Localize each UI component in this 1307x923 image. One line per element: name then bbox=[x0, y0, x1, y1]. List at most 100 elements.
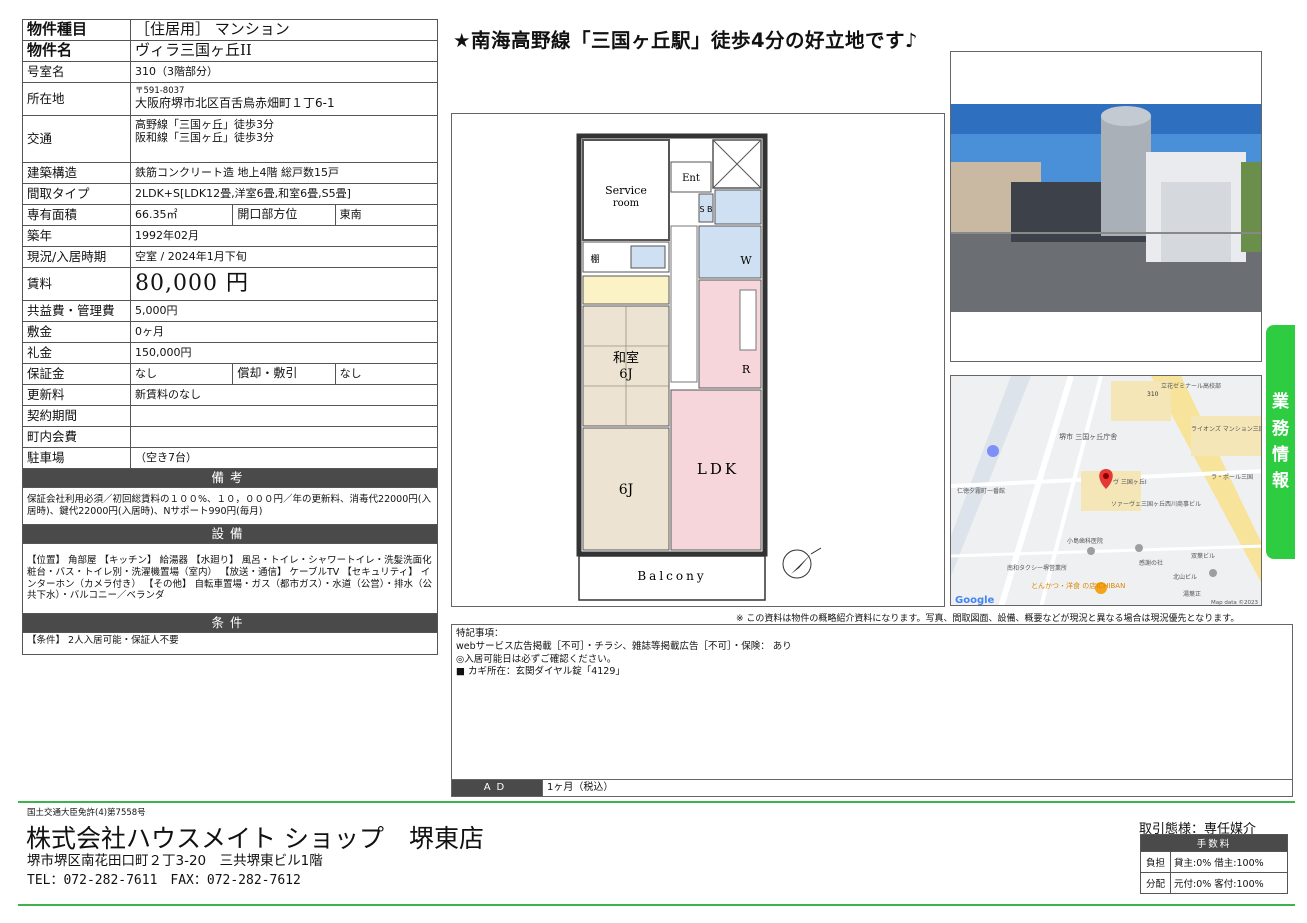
compass-icon bbox=[782, 547, 822, 579]
area-value: 66.35㎡ bbox=[129, 204, 234, 226]
rent-value: 80,000 円 bbox=[130, 267, 438, 301]
map-label: ラ・ポール三国 bbox=[1211, 473, 1253, 481]
type-value: ［住居用］ マンション bbox=[130, 19, 438, 41]
remarks-text: 保証会社利用必須／初回総賃料の１００%、１０，０００円／年の更新料、消毒代220… bbox=[22, 487, 438, 525]
corridor bbox=[670, 225, 698, 383]
svg-text:room: room bbox=[613, 198, 640, 209]
structure-value: 鉄筋コンクリート造 地上4階 総戸数15戸 bbox=[130, 162, 438, 184]
disclaimer: ※ この資料は物件の概略紹介資料になります。写真、間取図面、設備、概要などが現況… bbox=[736, 614, 1240, 624]
notes-title: 特記事項： bbox=[456, 628, 504, 639]
access-cell: 高野線「三国ヶ丘」徒歩3分 阪和線「三国ヶ丘」徒歩3分 bbox=[130, 115, 438, 163]
map-label: 湯葉正 bbox=[1183, 590, 1201, 598]
bath bbox=[714, 189, 762, 225]
ad-value: 1ヶ月（税込） bbox=[542, 780, 613, 796]
divider bbox=[18, 904, 1295, 906]
deposit-value: 0ヶ月 bbox=[130, 321, 438, 343]
conditions-header: 条件 bbox=[22, 613, 438, 633]
contract-label: 契約期間 bbox=[22, 405, 131, 427]
building-photo bbox=[950, 51, 1262, 362]
map-label: ソァーヴェ三国ヶ丘 bbox=[1111, 500, 1165, 508]
split-value: 元付:0% 客付:100% bbox=[1170, 872, 1288, 894]
ldk-label: LDK bbox=[697, 460, 739, 478]
rent-label: 賃料 bbox=[22, 267, 131, 301]
divider bbox=[18, 801, 1295, 803]
service-room-label: Service bbox=[605, 184, 647, 197]
map-label: ライオンズ マンション三国ヶ丘 bbox=[1191, 425, 1262, 433]
renewal-label: 更新料 bbox=[22, 384, 131, 406]
notes-line: webサービス広告掲載［不可］・チラシ、雑誌等掲載広告［不可］・保険： あり bbox=[456, 640, 792, 652]
address-cell: 〒591-8037 大阪府堺市北区百舌鳥赤畑町１丁6-1 bbox=[130, 82, 438, 116]
map-label: 感謝の社 bbox=[1139, 559, 1163, 567]
google-logo: Google bbox=[955, 595, 995, 606]
map-label: 南和タクシー堺営業所 bbox=[1007, 564, 1067, 572]
layout-value: 2LDK+S[LDK12畳,洋室6畳,和室6畳,S5畳] bbox=[130, 183, 438, 205]
washroom bbox=[698, 225, 762, 279]
remarks-header: 備考 bbox=[22, 468, 438, 488]
license-number: 国土交通大臣免許(4)第7558号 bbox=[27, 808, 146, 818]
map-credit: Map data ©2023 bbox=[1211, 599, 1258, 606]
map-label: 310 bbox=[1147, 391, 1159, 398]
business-info-tab[interactable]: 業 務 情 報 bbox=[1266, 325, 1295, 559]
key-money-label: 礼金 bbox=[22, 342, 131, 364]
map-label: 小島歯科医院 bbox=[1067, 537, 1103, 545]
map-label: 双葉ビル bbox=[1191, 552, 1215, 560]
access-label: 交通 bbox=[22, 115, 131, 163]
name-value: ヴィラ三国ヶ丘II bbox=[130, 40, 438, 62]
map-label: 北山ビル bbox=[1173, 573, 1197, 581]
address-label: 所在地 bbox=[22, 82, 131, 116]
fee-header: 手数料 bbox=[1140, 834, 1288, 852]
fee-label: 共益費・管理費 bbox=[22, 300, 131, 322]
opening-value: 東南 bbox=[334, 204, 439, 226]
notes-line: ◎入居可能日は必ずご確認ください。 bbox=[456, 653, 617, 665]
r-label: R bbox=[742, 363, 751, 376]
access-line-2: 阪和線「三国ヶ丘」徒歩3分 bbox=[135, 130, 274, 144]
town-fee-value bbox=[130, 426, 438, 448]
status-label: 現況/入居時期 bbox=[22, 246, 131, 268]
headline: ★南海高野線「三国ヶ丘駅」徒歩4分の好立地です♪ bbox=[453, 29, 918, 52]
status-value: 空室 / 2024年1月下旬 bbox=[130, 246, 438, 268]
burden-value: 貸主:0% 借主:100% bbox=[1170, 851, 1288, 873]
name-label: 物件名 bbox=[22, 40, 131, 62]
parking-label: 駐車場 bbox=[22, 447, 131, 469]
access-line-1: 高野線「三国ヶ丘」徒歩3分 bbox=[135, 118, 274, 131]
ad-row: AD 1ヶ月（税込） bbox=[452, 779, 1292, 796]
room-value: 310（3階部分） bbox=[130, 61, 438, 83]
balcony-label: Balcony bbox=[637, 569, 706, 583]
property-spec-table: 物件種目 ［住居用］ マンション 物件名 ヴィラ三国ヶ丘II 号室名 310（3… bbox=[22, 19, 439, 655]
map-label: 立花ゼミナール高校部 bbox=[1161, 382, 1221, 390]
washitsu-label: 和室 bbox=[613, 350, 639, 366]
amortization-label: 償却・敷引 bbox=[232, 363, 336, 385]
parking-value: （空き7台） bbox=[130, 447, 438, 469]
split-label: 分配 bbox=[1140, 872, 1171, 894]
built-value: 1992年02月 bbox=[130, 225, 438, 247]
area-label: 専有面積 bbox=[22, 204, 131, 226]
notes-line: ■ カギ所在：玄関ダイヤル錠「4129」 bbox=[456, 666, 625, 678]
closet bbox=[582, 275, 670, 305]
company-phone: TEL：072-282-7611 FAX：072-282-7612 bbox=[27, 873, 301, 888]
contract-value bbox=[130, 405, 438, 427]
company-address: 堺市堺区南花田口町２丁3-20 三共堺東ビル1階 bbox=[27, 853, 323, 869]
deposit-label: 敷金 bbox=[22, 321, 131, 343]
equipment-text: 【位置】 角部屋 【キッチン】 給湯器 【水廻り】 風呂・トイレ・シャワートイレ… bbox=[22, 543, 438, 614]
equipment-header: 設備 bbox=[22, 524, 438, 544]
conditions-text: 【条件】 2人入居可能・保証人不要 bbox=[22, 632, 438, 655]
floor-plan-drawing: Service room Ent S B W 棚 R 和室 6J 6J LDK … bbox=[576, 133, 822, 601]
floor-plan: Service room Ent S B W 棚 R 和室 6J 6J LDK … bbox=[451, 113, 945, 607]
location-map[interactable]: 立花ゼミナール高校部 ライオンズ マンション三国ヶ丘 堺市 三国ヶ丘庁舎 ヴ 三… bbox=[950, 375, 1262, 606]
washer-label: W bbox=[740, 254, 752, 267]
map-label: 西川商事ビル bbox=[1165, 500, 1201, 508]
room-label: 号室名 bbox=[22, 61, 131, 83]
map-label: 仁徳夕霧町一番館 bbox=[957, 487, 1005, 495]
fee-value: 5,000円 bbox=[130, 300, 438, 322]
ad-label: AD bbox=[452, 780, 542, 796]
address-value: 大阪府堺市北区百舌鳥赤畑町１丁6-1 bbox=[135, 95, 335, 110]
shelf-label: 棚 bbox=[590, 253, 599, 265]
opening-label: 開口部方位 bbox=[232, 204, 336, 226]
renewal-value: 新賃料のなし bbox=[130, 384, 438, 406]
washitsu-size: 6J bbox=[619, 367, 632, 382]
special-notes: 特記事項： webサービス広告掲載［不可］・チラシ、雑誌等掲載広告［不可］・保険… bbox=[451, 624, 1293, 797]
built-label: 築年 bbox=[22, 225, 131, 247]
layout-label: 間取タイプ bbox=[22, 183, 131, 205]
structure-label: 建築構造 bbox=[22, 162, 131, 184]
youshitsu-size: 6J bbox=[619, 482, 634, 498]
